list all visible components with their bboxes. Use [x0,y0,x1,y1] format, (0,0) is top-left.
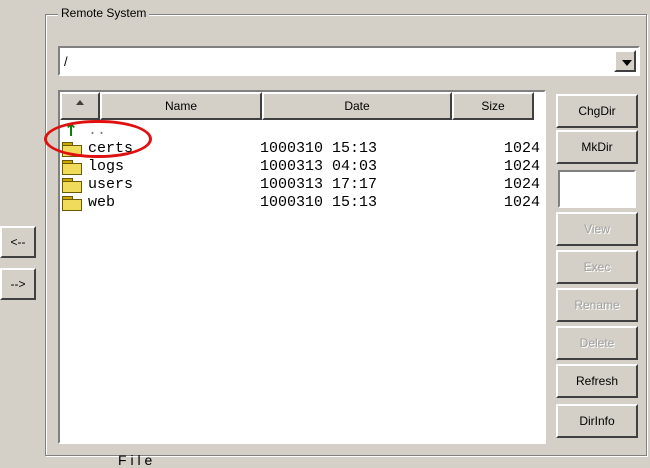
file-name: logs [88,158,125,175]
table-row[interactable]: logs 1000313 04:03 1024 [60,158,544,176]
table-row[interactable]: web 1000310 15:13 1024 [60,194,544,212]
refresh-button[interactable]: Refresh [556,364,638,398]
folder-icon [62,178,82,193]
file-date: 1000310 15:13 [260,194,378,211]
file-size: 1024 [503,140,540,157]
column-sort-header[interactable] [60,92,100,120]
view-button[interactable]: View [556,212,638,246]
sort-up-icon [76,100,84,105]
highlight-circle [44,120,152,158]
file-date: 1000313 04:03 [260,158,378,175]
dirinfo-button[interactable]: DirInfo [556,404,638,438]
delete-button[interactable]: Delete [556,326,638,360]
mkdir-button[interactable]: MkDir [556,130,638,164]
exec-button[interactable]: Exec [556,250,638,284]
transfer-right-button[interactable]: --> [0,268,36,300]
group-title: Remote System [58,6,150,20]
folder-icon [62,196,82,211]
column-header-date[interactable]: Date [262,92,452,120]
column-header-size[interactable]: Size [452,92,534,120]
file-name: web [88,194,116,211]
rename-button[interactable]: Rename [556,288,638,322]
footer-partial-label: F i l e [118,452,153,468]
transfer-left-button[interactable]: <-- [0,226,36,258]
file-size: 1024 [503,158,540,175]
file-date: 1000310 15:13 [260,140,378,157]
side-text-field[interactable] [558,170,636,208]
chgdir-button[interactable]: ChgDir [556,94,638,128]
chevron-down-icon [622,60,632,66]
dropdown-button[interactable] [614,50,636,72]
file-date: 1000313 17:17 [260,176,378,193]
folder-icon [62,160,82,175]
file-name: users [88,176,134,193]
file-size: 1024 [503,194,540,211]
table-row[interactable]: users 1000313 17:17 1024 [60,176,544,194]
file-size: 1024 [503,176,540,193]
column-header-name[interactable]: Name [100,92,262,120]
path-value: / [64,54,68,69]
path-combobox[interactable]: / [58,46,640,76]
